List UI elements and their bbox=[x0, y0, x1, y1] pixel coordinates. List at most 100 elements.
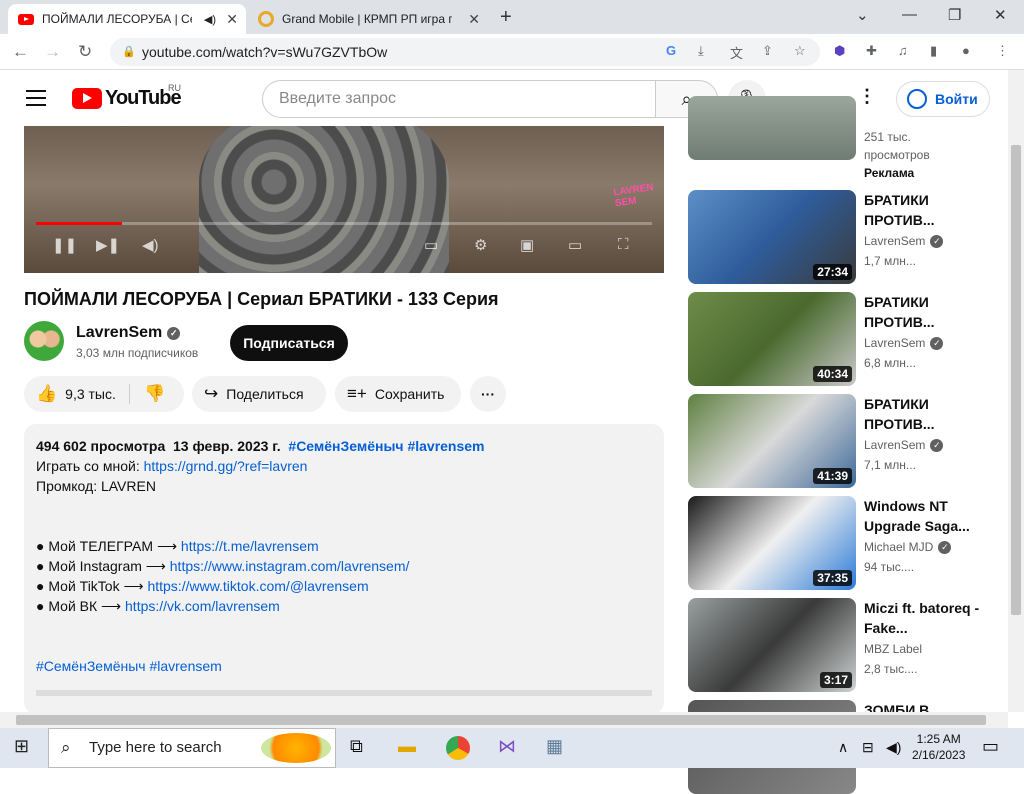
horizontal-scrollbar[interactable] bbox=[0, 712, 1008, 728]
like-count[interactable]: 9,3 тыс. bbox=[65, 376, 116, 412]
video-description[interactable]: 494 602 просмотра 13 февр. 2023 г. #Семё… bbox=[24, 424, 664, 714]
vertical-scrollbar[interactable] bbox=[1008, 70, 1024, 712]
new-tab-button[interactable]: + bbox=[500, 6, 512, 29]
tab-grand-mobile[interactable]: Grand Mobile | КРМП РП игра по сети ✕ bbox=[248, 4, 488, 34]
more-actions-button[interactable]: ··· bbox=[470, 376, 506, 412]
file-explorer-icon[interactable]: ▬ bbox=[398, 736, 416, 757]
close-tab-icon[interactable]: ✕ bbox=[468, 11, 480, 28]
forward-button[interactable]: → bbox=[44, 42, 61, 62]
description-link[interactable]: https://www.tiktok.com/@lavrensem bbox=[147, 578, 368, 594]
related-video-title[interactable]: Miczi ft. batoreq - Fake... bbox=[864, 598, 992, 638]
audio-playing-icon[interactable]: ◀) bbox=[204, 13, 216, 26]
related-video-card[interactable]: 37:35 Windows NT Upgrade Saga... Michael M… bbox=[688, 496, 998, 590]
bookmark-star-icon[interactable]: ☆ bbox=[794, 43, 806, 59]
play-pause-icon[interactable]: ❚❚ bbox=[52, 236, 77, 254]
video-thumbnail[interactable]: 3:17 bbox=[688, 598, 856, 692]
fullscreen-icon[interactable]: ⛶ bbox=[618, 236, 629, 253]
related-video-title[interactable]: Windows NT Upgrade Saga... bbox=[864, 496, 992, 536]
app-icon[interactable]: ▦ bbox=[546, 736, 563, 757]
video-thumbnail[interactable]: 37:35 bbox=[688, 496, 856, 590]
description-link[interactable]: https://t.me/lavrensem bbox=[181, 538, 319, 554]
reload-button[interactable]: ↻ bbox=[78, 42, 92, 62]
progress-bar[interactable] bbox=[36, 222, 652, 225]
tab-youtube[interactable]: ПОЙМАЛИ ЛЕСОРУБА | Сериал БРАТИКИ - 133 … bbox=[8, 4, 246, 34]
related-channel-name[interactable]: Michael MJD ✓ bbox=[864, 540, 952, 554]
restore-button[interactable]: ❐ bbox=[948, 6, 961, 24]
progress-fill bbox=[36, 222, 123, 225]
share-button[interactable]: ↪ Поделиться bbox=[192, 376, 326, 412]
google-lens-icon[interactable]: G bbox=[666, 43, 676, 58]
description-link[interactable]: https://www.instagram.com/lavrensem/ bbox=[170, 558, 410, 574]
address-bar[interactable]: 🔒 youtube.com/watch?v=sWu7GZVTbOw bbox=[110, 38, 820, 66]
miniplayer-icon[interactable]: ▣ bbox=[520, 236, 534, 254]
chrome-icon[interactable] bbox=[446, 736, 470, 760]
related-video-card[interactable]: 27:34 БРАТИКИ ПРОТИВ... LavrenSem ✓ 1,7 млн.… bbox=[688, 190, 998, 284]
lock-icon[interactable]: 🔒 bbox=[122, 38, 136, 66]
video-thumbnail[interactable]: 41:39 bbox=[688, 394, 856, 488]
description-text: ● Мой ВК ⟶ bbox=[36, 598, 126, 614]
related-video-title[interactable]: БРАТИКИ ПРОТИВ... bbox=[864, 394, 992, 434]
related-channel-name[interactable]: LavrenSem ✓ bbox=[864, 438, 944, 452]
chrome-menu-icon[interactable]: ⋮ bbox=[996, 43, 1009, 59]
next-video-icon[interactable]: ▶❚ bbox=[96, 236, 120, 254]
hashtag-link[interactable]: #СемёнЗемёныч #lavrensem bbox=[288, 438, 484, 454]
duration-badge: 41:39 bbox=[813, 468, 852, 484]
notifications-icon[interactable]: ▭ bbox=[982, 736, 999, 757]
video-frame bbox=[199, 126, 449, 273]
ad-thumbnail[interactable] bbox=[688, 96, 856, 160]
related-channel-name[interactable]: MBZ Label bbox=[864, 642, 922, 656]
close-tab-icon[interactable]: ✕ bbox=[226, 11, 238, 28]
related-video-card[interactable]: 3:17 Miczi ft. batoreq - Fake... MBZ Label… bbox=[688, 598, 998, 692]
speaker-icon[interactable]: ◀) bbox=[886, 739, 901, 756]
extensions-puzzle-icon[interactable]: ✚ bbox=[866, 43, 877, 59]
system-clock[interactable]: 1:25 AM 2/16/2023 bbox=[912, 731, 965, 763]
minimize-button[interactable]: — bbox=[902, 6, 917, 23]
search-input[interactable]: Введите запрос bbox=[262, 80, 656, 118]
tab-search-icon[interactable]: ⌄ bbox=[856, 6, 869, 24]
extension-icon[interactable]: ⬢ bbox=[834, 43, 845, 59]
scroll-thumb[interactable] bbox=[1011, 145, 1021, 615]
back-button[interactable]: ← bbox=[12, 42, 29, 62]
description-line bbox=[36, 616, 652, 636]
network-icon[interactable]: ⊟ bbox=[862, 739, 874, 756]
close-window-button[interactable]: ✕ bbox=[994, 6, 1007, 24]
save-button[interactable]: ≡+ Сохранить bbox=[335, 376, 461, 412]
subscribe-button[interactable]: Подписаться bbox=[230, 325, 348, 361]
windows-start-icon[interactable]: ⊞ bbox=[14, 736, 29, 757]
settings-gear-icon[interactable]: ⚙ bbox=[474, 236, 487, 254]
related-channel-name[interactable]: LavrenSem ✓ bbox=[864, 336, 944, 350]
volume-icon[interactable]: ◀) bbox=[142, 236, 159, 254]
subtitles-icon[interactable]: ▭ bbox=[424, 236, 438, 254]
description-link[interactable]: #СемёнЗемёныч #lavrensem bbox=[36, 658, 222, 674]
channel-name[interactable]: LavrenSem ✓ bbox=[76, 324, 181, 342]
ad-card[interactable]: 251 тыс. просмотров Реклама bbox=[688, 96, 998, 180]
menu-icon[interactable] bbox=[26, 90, 46, 111]
media-control-icon[interactable]: ♫ bbox=[898, 43, 908, 58]
taskbar-search[interactable]: ⌕ Type here to search bbox=[48, 728, 336, 768]
theater-mode-icon[interactable]: ▭ bbox=[568, 236, 582, 254]
video-thumbnail[interactable]: 40:34 bbox=[688, 292, 856, 386]
task-view-icon[interactable]: ⧉ bbox=[350, 736, 363, 757]
related-video-card[interactable]: 41:39 БРАТИКИ ПРОТИВ... LavrenSem ✓ 7,1 млн.… bbox=[688, 394, 998, 488]
scroll-thumb[interactable] bbox=[16, 715, 986, 725]
youtube-logo[interactable]: YouTube RU bbox=[72, 83, 182, 110]
video-thumbnail[interactable]: 27:34 bbox=[688, 190, 856, 284]
share-icon[interactable]: ⇪ bbox=[762, 43, 773, 59]
related-channel-name[interactable]: LavrenSem ✓ bbox=[864, 234, 944, 248]
translate-icon[interactable]: 文 bbox=[730, 43, 743, 62]
clock-date: 2/16/2023 bbox=[912, 748, 966, 762]
install-app-icon[interactable]: ⤓ bbox=[698, 43, 704, 59]
description-link[interactable]: https://vk.com/lavrensem bbox=[125, 598, 280, 614]
side-panel-icon[interactable]: ▮ bbox=[930, 43, 937, 59]
related-video-title[interactable]: БРАТИКИ ПРОТИВ... bbox=[864, 292, 992, 332]
related-video-card[interactable]: 40:34 БРАТИКИ ПРОТИВ... LavrenSem ✓ 6,8 млн.… bbox=[688, 292, 998, 386]
visual-studio-icon[interactable]: ⋈ bbox=[498, 736, 516, 757]
video-player[interactable]: LAVREN SEM ❚❚ ▶❚ ◀) ▭ ⚙ ▣ ▭ ⛶ bbox=[24, 126, 664, 273]
show-hidden-icons-icon[interactable]: ∧ bbox=[838, 739, 848, 756]
profile-icon[interactable]: ● bbox=[962, 43, 970, 58]
channel-avatar[interactable] bbox=[24, 321, 64, 361]
thumbs-down-icon[interactable]: 👎 bbox=[144, 376, 165, 412]
description-link[interactable]: https://grnd.gg/?ref=lavren bbox=[144, 458, 308, 474]
related-video-title[interactable]: БРАТИКИ ПРОТИВ... bbox=[864, 190, 992, 230]
thumbs-up-icon[interactable]: 👍 bbox=[36, 376, 57, 412]
